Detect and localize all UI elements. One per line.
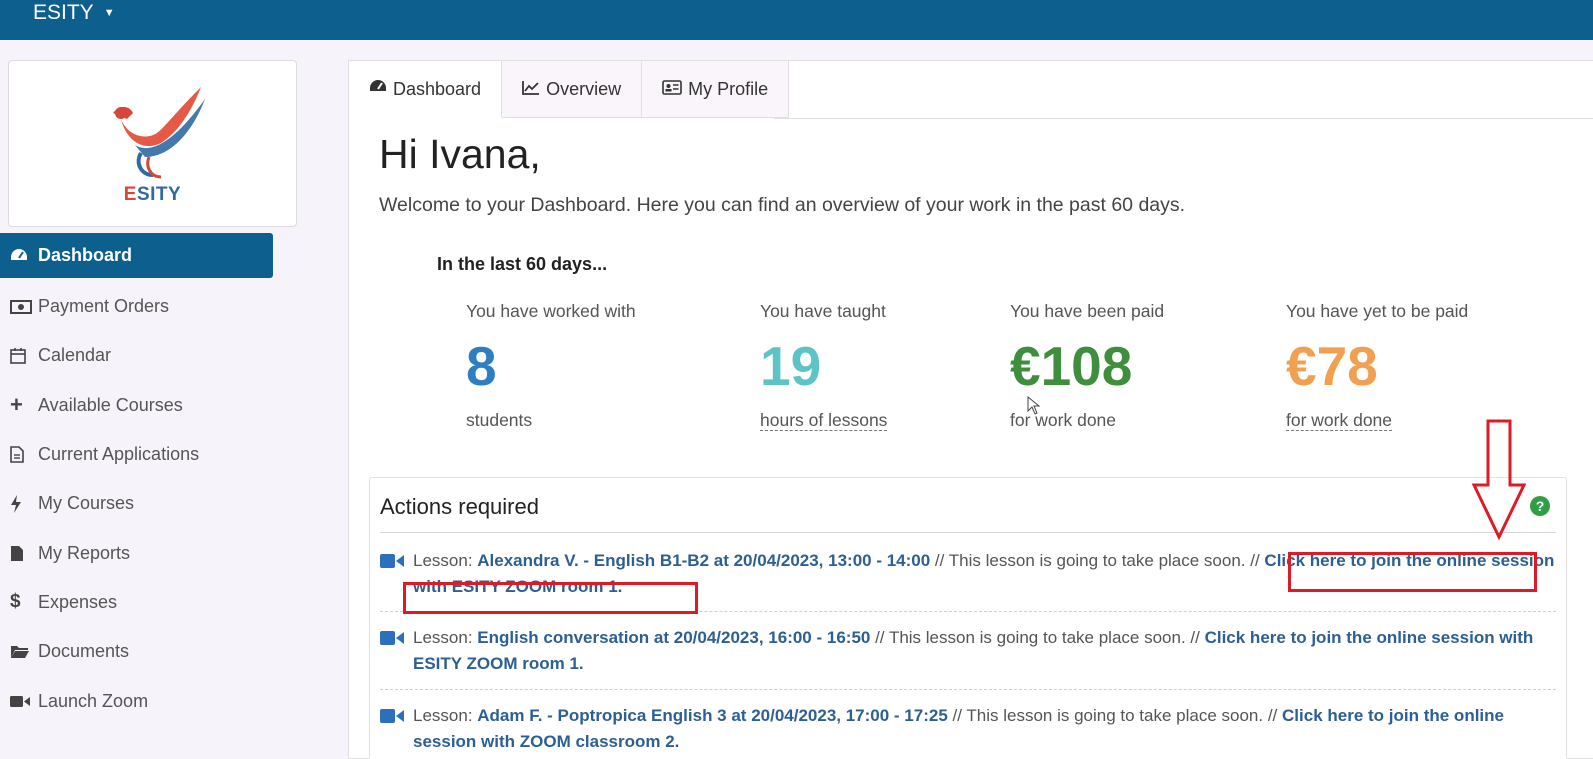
welcome-text: Welcome to your Dashboard. Here you can … [379,194,1186,216]
stat-sub: students [466,410,533,430]
id-card-icon [662,79,682,100]
tab-label: Overview [546,78,622,99]
video-camera-icon [380,631,404,645]
sidebar-item-my-courses[interactable]: My Courses [0,479,290,528]
sidebar-item-label: Dashboard [38,245,133,265]
help-icon[interactable]: ? [1530,496,1550,516]
sidebar-item-payment-orders[interactable]: Payment Orders [0,282,290,331]
lesson-item: Lesson: English conversation at 20/04/20… [380,625,1556,677]
sidebar-item-documents[interactable]: Documents [0,627,290,676]
tab-label: Dashboard [393,78,482,99]
top-bar: ESITY ▼ [0,0,1593,40]
sidebar-item-label: My Courses [38,493,135,514]
brand-dropdown[interactable]: ESITY ▼ [33,0,115,26]
sidebar-item-label: Documents [38,641,130,662]
annotation-highlight-box [403,582,698,614]
money-icon [10,299,38,314]
tab-my-profile[interactable]: My Profile [642,61,790,118]
sidebar-nav: Dashboard Payment Orders Calendar + Avai… [0,233,290,726]
sidebar-item-label: Calendar [38,345,112,366]
actions-divider [380,532,1556,533]
lesson-divider [380,689,1556,690]
sidebar-item-available-courses[interactable]: + Available Courses [0,381,290,430]
video-icon [10,695,38,708]
tab-overview[interactable]: Overview [502,61,643,118]
video-camera-icon [380,554,404,568]
tab-label: My Profile [688,78,769,99]
annotation-arrow-icon [1472,419,1526,541]
annotation-highlight-box [1288,552,1537,592]
stat-unpaid: You have yet to be paid €78 for work don… [1286,301,1468,431]
actions-required-card: Actions required ? Lesson: Alexandra V. … [369,477,1567,759]
lesson-item: Lesson: Adam F. - Poptropica English 3 a… [380,703,1556,755]
dashboard-icon [10,248,38,264]
logo-wordmark: ESITY [123,184,182,205]
dashboard-icon [369,79,387,100]
sidebar-item-label: Current Applications [38,444,200,465]
stat-students: You have worked with 8 students [466,301,636,431]
sidebar-item-label: My Reports [38,542,131,563]
page-title: Hi Ivana, [379,131,541,177]
tabs-divider [774,118,1593,119]
stat-sub[interactable]: for work done [1286,410,1468,431]
sidebar-item-label: Launch Zoom [38,690,149,711]
stat-value: €108 [1010,335,1133,397]
folder-icon [10,644,38,659]
plus-icon: + [10,392,23,418]
sidebar-item-launch-zoom[interactable]: Launch Zoom [0,676,290,725]
dollar-icon: $ [10,591,21,613]
sidebar-item-dashboard[interactable]: Dashboard [0,233,273,278]
stat-sub[interactable]: hours of lessons [760,410,888,431]
stat-label: You have worked with [466,301,636,321]
stat-value: 8 [466,335,497,397]
stats-heading: In the last 60 days... [437,254,608,274]
video-camera-icon [380,709,404,723]
caret-down-icon: ▼ [103,7,115,19]
chart-icon [522,79,540,100]
sidebar-item-expenses[interactable]: $ Expenses [0,578,290,627]
sidebar-item-label: Expenses [38,591,118,612]
logo-card: ESITY [8,60,297,227]
stat-value: €78 [1286,335,1378,397]
sidebar-item-current-applications[interactable]: Current Applications [0,430,290,479]
stat-label: You have taught [760,301,886,321]
lesson-title-link[interactable]: Alexandra V. - English B1-B2 at 20/04/20… [477,551,930,570]
stat-label: You have been paid [1010,301,1165,321]
file-icon [10,545,38,562]
sidebar-item-calendar[interactable]: Calendar [0,331,290,380]
document-icon [10,446,38,463]
tab-dashboard[interactable]: Dashboard [349,61,503,118]
lesson-title-link[interactable]: English conversation at 20/04/2023, 16:0… [477,628,870,647]
brand-name: ESITY [33,1,94,24]
main-panel: Dashboard Overview My Profile Hi Ivana, … [348,60,1593,759]
esity-bird-logo [113,87,205,179]
stat-value: 19 [760,335,822,397]
calendar-icon [10,347,38,365]
actions-title: Actions required [380,494,539,519]
stat-hours: You have taught 19 hours of lessons [760,301,888,431]
tab-bar: Dashboard Overview My Profile [349,61,790,118]
sidebar-item-label: Payment Orders [38,296,170,317]
mouse-cursor-icon [1027,396,1041,415]
sidebar-item-my-reports[interactable]: My Reports [0,528,290,577]
lesson-title-link[interactable]: Adam F. - Poptropica English 3 at 20/04/… [477,706,948,725]
stat-label: You have yet to be paid [1286,301,1469,321]
bolt-icon [10,494,38,513]
sidebar-item-label: Available Courses [38,394,183,415]
